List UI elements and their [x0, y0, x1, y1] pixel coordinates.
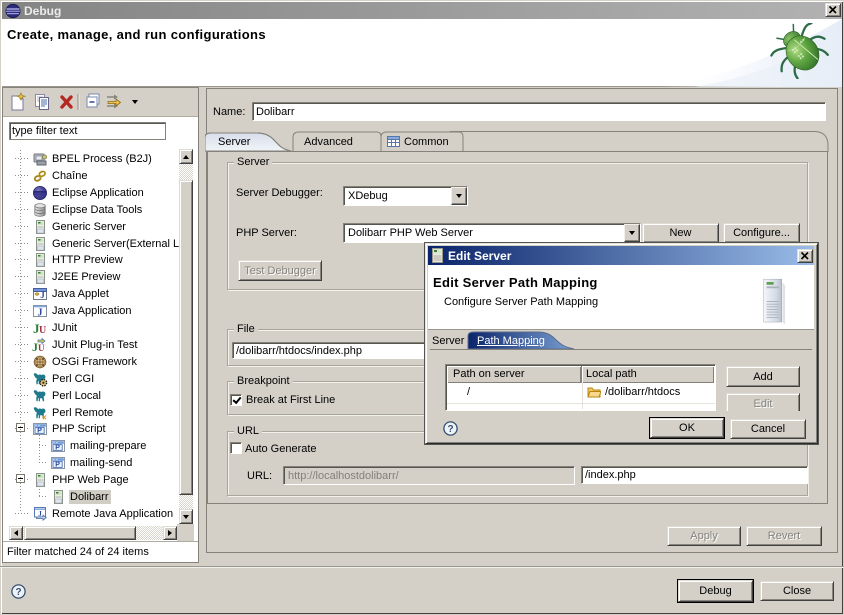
svg-text:U: U [39, 325, 46, 336]
svg-text:U: U [38, 343, 45, 353]
svg-text:J: J [40, 290, 45, 300]
svg-text:P: P [55, 461, 60, 468]
svg-text:?: ? [447, 424, 453, 435]
svg-text:J: J [38, 307, 43, 318]
svg-text:P: P [55, 444, 60, 451]
svg-text:?: ? [15, 587, 21, 598]
svg-text:P: P [37, 427, 42, 434]
